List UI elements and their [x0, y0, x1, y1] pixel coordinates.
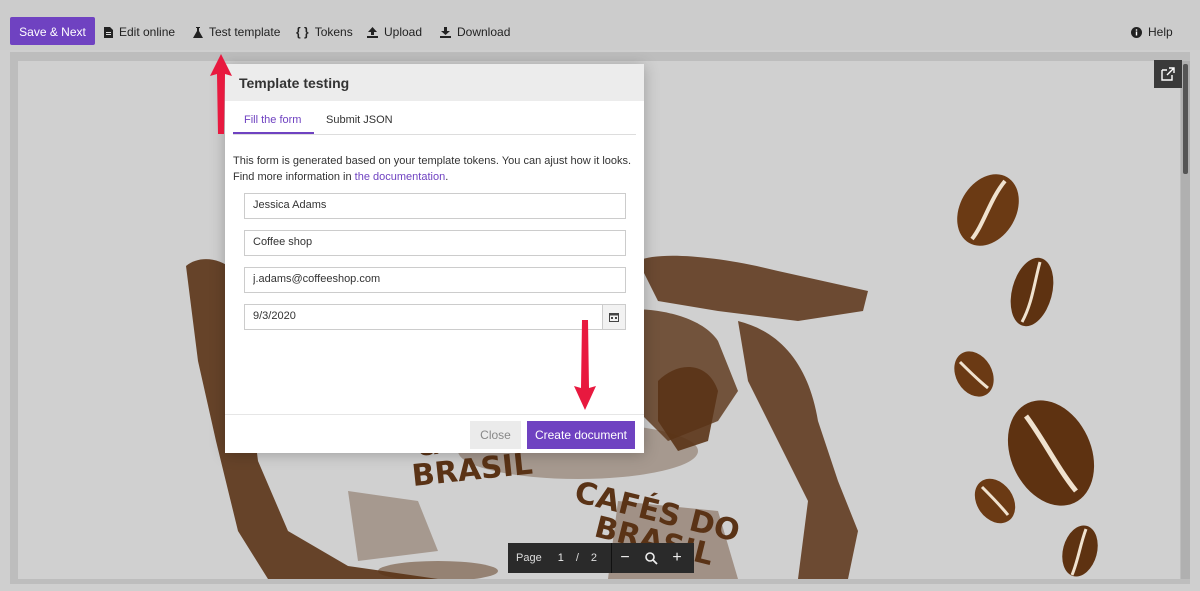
documentation-link[interactable]: the documentation — [355, 171, 446, 183]
minus-icon: − — [620, 549, 630, 566]
date-input[interactable] — [245, 305, 593, 327]
dialog-tabs: Fill the form Submit JSON — [233, 110, 636, 135]
edit-online-button[interactable]: Edit online — [104, 24, 175, 40]
test-template-label: Test template — [209, 25, 281, 39]
zoom-out-button[interactable]: − — [612, 543, 638, 573]
intro-end: . — [445, 171, 449, 183]
create-document-button[interactable]: Create document — [527, 421, 635, 449]
download-icon — [440, 26, 451, 38]
zoom-reset-button[interactable] — [638, 543, 664, 573]
date-picker-button[interactable] — [602, 305, 625, 329]
edit-online-label: Edit online — [119, 25, 176, 39]
upload-label: Upload — [384, 25, 423, 39]
tokens-button[interactable]: { } Tokens — [296, 24, 353, 40]
total-pages: 2 — [590, 552, 598, 564]
page-controls: Page 1 / 2 − + — [508, 543, 694, 573]
upload-icon — [367, 26, 378, 38]
tokens-label: Tokens — [314, 25, 353, 39]
plus-icon: + — [672, 549, 682, 566]
current-page-input[interactable]: 1 — [558, 552, 564, 564]
form-intro-text: This form is generated based on your tem… — [233, 153, 643, 185]
close-button[interactable]: Close — [470, 421, 521, 449]
page-label: Page — [516, 552, 542, 564]
test-template-button[interactable]: Test template — [193, 24, 280, 40]
external-link-icon — [1161, 67, 1175, 81]
flask-icon — [193, 26, 203, 38]
name-input[interactable] — [245, 194, 593, 216]
braces-icon: { } — [296, 25, 309, 39]
document-edit-icon — [104, 26, 113, 38]
calendar-icon — [609, 313, 619, 322]
tab-fill-the-form[interactable]: Fill the form — [244, 114, 301, 126]
dialog-header: Template testing — [225, 64, 644, 101]
dialog-title: Template testing — [239, 75, 350, 91]
coffee-bean-5 — [974, 478, 1016, 524]
date-field — [244, 304, 626, 330]
company-input[interactable] — [245, 231, 593, 253]
open-external-button[interactable] — [1154, 60, 1182, 88]
email-field — [244, 267, 626, 293]
page-separator: / — [575, 552, 579, 564]
coffee-bean-3 — [954, 351, 994, 397]
download-label: Download — [457, 25, 511, 39]
upload-button[interactable]: Upload — [367, 24, 422, 40]
active-tab-indicator — [233, 132, 314, 134]
save-next-button[interactable]: Save & Next — [10, 17, 95, 45]
coffee-bean-6 — [1062, 525, 1098, 577]
magnifier-icon — [644, 551, 658, 565]
tab-submit-json[interactable]: Submit JSON — [326, 114, 393, 126]
company-field — [244, 230, 626, 256]
info-icon — [1131, 26, 1142, 38]
toolbar: Save & Next Edit online Test template { … — [0, 0, 1200, 50]
viewer-scroll-thumb[interactable] — [1183, 64, 1188, 174]
coffee-bean-2 — [1010, 257, 1054, 327]
dialog-footer: Close Create document — [225, 414, 644, 453]
help-label: Help — [1148, 25, 1173, 39]
zoom-in-button[interactable]: + — [664, 543, 690, 573]
template-testing-dialog: Template testing Fill the form Submit JS… — [225, 64, 644, 453]
email-input[interactable] — [245, 268, 593, 290]
help-button[interactable]: Help — [1131, 24, 1173, 40]
coffee-bean-1 — [957, 174, 1019, 246]
download-button[interactable]: Download — [440, 24, 510, 40]
name-field — [244, 193, 626, 219]
